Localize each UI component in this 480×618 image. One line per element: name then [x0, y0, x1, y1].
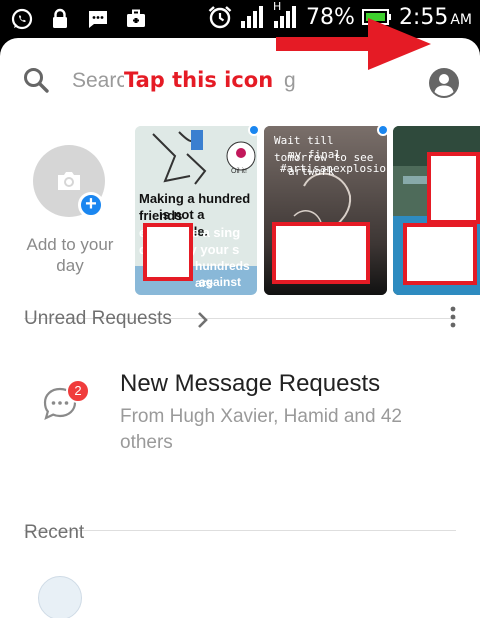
new-story-dot	[248, 124, 260, 136]
alarm-icon	[208, 6, 232, 29]
add-plus-icon: +	[78, 192, 104, 218]
story-caption: #artisanexplosion	[280, 162, 387, 175]
network-type-badge: H	[273, 0, 282, 13]
redaction-box	[427, 152, 480, 224]
redaction-box	[403, 223, 477, 285]
story-card[interactable]	[393, 126, 480, 295]
request-count-badge: 2	[66, 379, 90, 403]
add-story-button[interactable]: + Add to your day	[20, 142, 120, 275]
annotation-label: Tap this icon	[124, 68, 280, 92]
story-card[interactable]: Making a hundred friends is not a miracl…	[135, 126, 257, 295]
story-card[interactable]: Wait till tomorrow to see my final artwo…	[264, 126, 387, 295]
divider	[24, 530, 456, 531]
signal-icon	[241, 6, 264, 28]
add-story-label: Add to your day	[26, 235, 114, 275]
notification-icons	[10, 7, 148, 31]
avatar[interactable]	[38, 576, 82, 618]
stories-row: + Add to your day Making a hundred frien…	[0, 124, 480, 296]
new-story-dot	[377, 124, 389, 136]
message-icon	[89, 11, 107, 28]
annotation-arrow-icon	[276, 18, 431, 70]
recent-header: Recent	[24, 522, 85, 543]
story-badge-text: Oil it!	[231, 168, 247, 175]
camera-icon	[58, 172, 80, 190]
message-requests-subtitle: From Hugh Xavier, Hamid and 42 others	[120, 406, 402, 453]
redaction-box	[272, 222, 370, 284]
search-icon[interactable]	[22, 66, 50, 94]
messenger-screen: H 78% 2:55 AM Search g Tap this icon + A…	[0, 0, 480, 618]
profile-icon[interactable]	[427, 66, 461, 100]
chevron-right-icon[interactable]	[196, 310, 210, 330]
lock-icon	[53, 8, 67, 28]
story-caption: against you.	[199, 275, 242, 295]
more-options-icon[interactable]	[448, 306, 458, 328]
app-panel: g Tap this icon +	[0, 18, 480, 618]
unread-requests-header[interactable]: Unread Requests	[24, 308, 172, 330]
redaction-box	[143, 223, 193, 281]
clock-ampm: AM	[450, 11, 472, 28]
briefcase-icon	[127, 9, 145, 27]
search-trailing-text: g	[284, 69, 296, 92]
whatsapp-icon	[11, 8, 33, 30]
message-requests-title: New Message Requests	[120, 370, 381, 397]
